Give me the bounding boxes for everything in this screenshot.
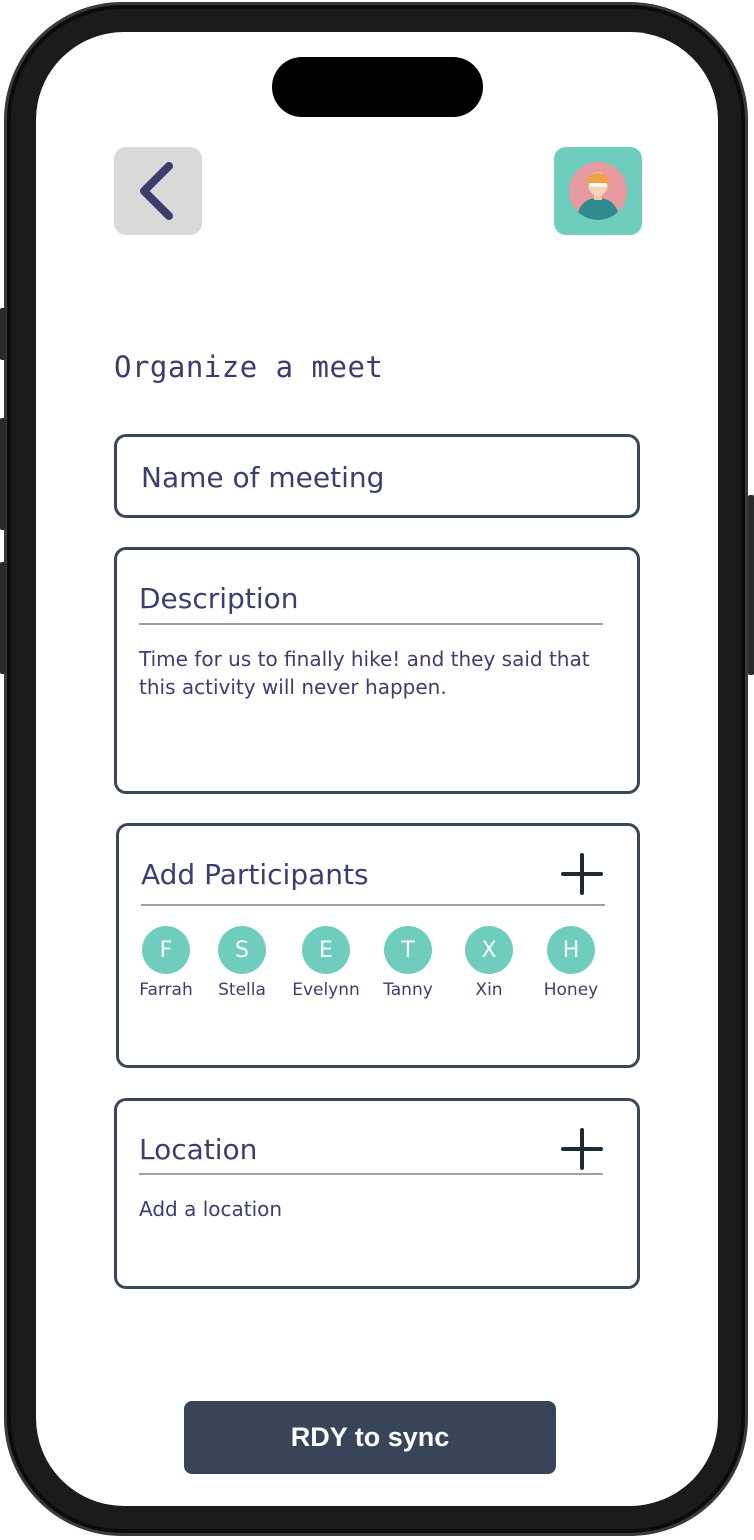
- participant-item[interactable]: X Xin: [447, 926, 531, 1000]
- participant-item[interactable]: H Honey: [529, 926, 613, 1000]
- participant-name: Tanny: [383, 980, 433, 1000]
- description-card[interactable]: Description Time for us to finally hike!…: [114, 547, 640, 794]
- participant-item[interactable]: T Tanny: [366, 926, 450, 1000]
- back-button[interactable]: [114, 147, 202, 235]
- participant-avatar: F: [142, 926, 190, 974]
- user-avatar-icon: [569, 162, 627, 220]
- participant-name: Stella: [218, 980, 266, 1000]
- participant-item[interactable]: E Evelynn: [284, 926, 368, 1000]
- description-heading: Description: [139, 582, 299, 615]
- participant-name: Honey: [543, 980, 599, 1000]
- description-text[interactable]: Time for us to finally hike! and they sa…: [139, 645, 607, 701]
- side-button: [0, 308, 6, 360]
- app-screen: Organize a meet Description Time for us …: [36, 32, 718, 1506]
- participants-list: F Farrah S Stella E Evelynn T Tanny X Xin H Honey: [139, 926, 609, 1006]
- side-button: [0, 562, 6, 674]
- profile-avatar-button[interactable]: [554, 147, 642, 235]
- meeting-name-card: [114, 434, 640, 518]
- participant-item[interactable]: S Stella: [200, 926, 284, 1000]
- dynamic-island: [272, 57, 483, 117]
- divider: [139, 1173, 603, 1175]
- participant-avatar: E: [302, 926, 350, 974]
- location-placeholder[interactable]: Add a location: [139, 1195, 282, 1223]
- meeting-name-input[interactable]: [141, 459, 611, 495]
- participant-name: Farrah: [139, 980, 193, 1000]
- participant-name: Evelynn: [292, 980, 360, 1000]
- side-button: [748, 495, 754, 675]
- page-title: Organize a meet: [114, 350, 384, 384]
- add-participant-button[interactable]: [560, 852, 604, 896]
- participant-avatar: S: [218, 926, 266, 974]
- participant-avatar: H: [547, 926, 595, 974]
- location-card: Location Add a location: [114, 1098, 640, 1289]
- participants-card: Add Participants F Farrah S Stella E Evelynn T…: [116, 823, 640, 1068]
- participant-item[interactable]: F Farrah: [124, 926, 208, 1000]
- chevron-left-icon: [140, 162, 173, 220]
- participant-avatar: X: [465, 926, 513, 974]
- add-location-button[interactable]: [560, 1127, 604, 1171]
- participant-name: Xin: [475, 980, 503, 1000]
- location-heading: Location: [139, 1133, 258, 1166]
- side-button: [0, 418, 6, 530]
- participants-heading: Add Participants: [141, 858, 369, 891]
- sync-button[interactable]: RDY to sync: [184, 1401, 556, 1474]
- divider: [141, 904, 605, 906]
- divider: [139, 623, 603, 625]
- participant-avatar: T: [384, 926, 432, 974]
